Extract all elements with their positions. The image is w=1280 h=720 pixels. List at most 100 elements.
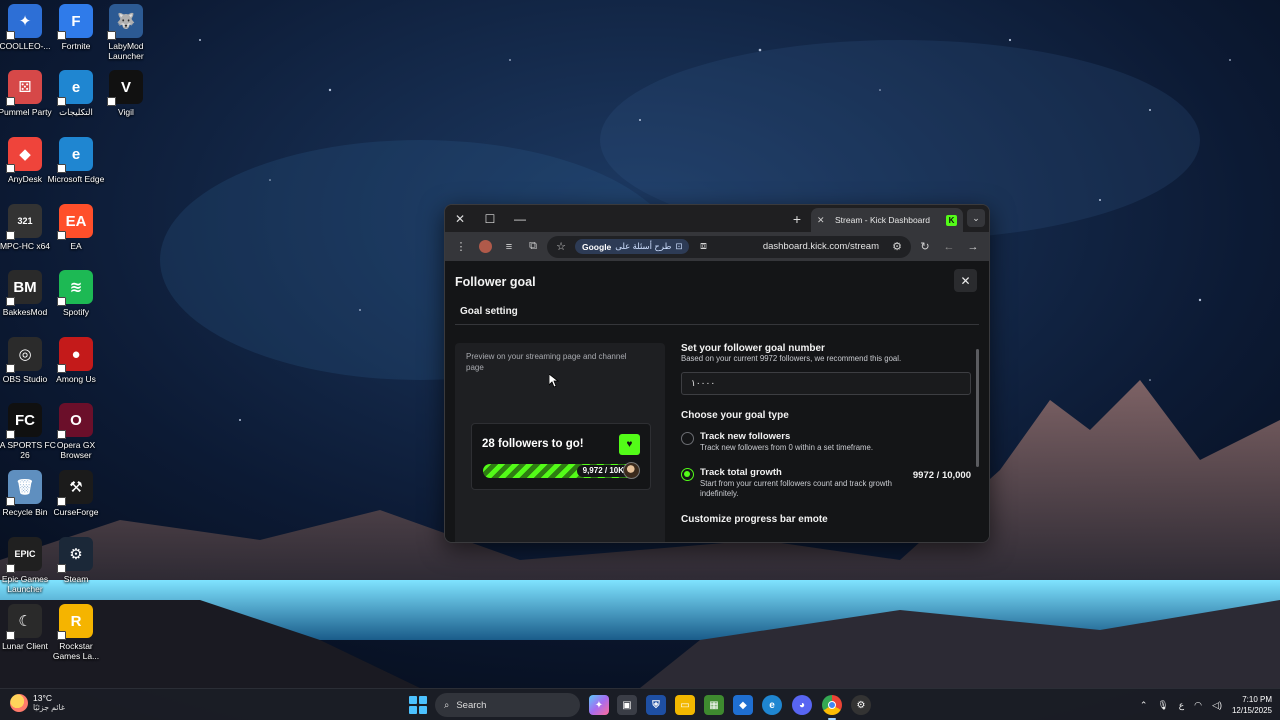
desktop-shortcut[interactable]: EA EA [45, 204, 107, 251]
desktop-shortcut-label: Rockstar Games La... [52, 641, 100, 661]
opera-gx-icon: O [57, 403, 93, 439]
new-tab-icon[interactable]: + [787, 209, 807, 229]
modal-scrollbar[interactable] [976, 349, 979, 467]
weather-temperature: 13°C [33, 693, 52, 703]
radio-track-total[interactable] [681, 467, 694, 481]
goal-preview-card: 28 followers to go! ♥ 9,972 / 10K [471, 423, 651, 490]
tray-chevron-up-icon[interactable]: ⌃ [1140, 700, 1148, 711]
option-track-total-growth[interactable]: Track total growth Start from your curre… [681, 466, 971, 500]
desktop-shortcut[interactable]: e Microsoft Edge [45, 137, 107, 184]
minimize-window-icon[interactable]: — [505, 205, 535, 232]
browser-tab-active[interactable]: ✕ Stream - Kick Dashboard K [811, 208, 963, 232]
address-bar[interactable]: ☆ Google طرح أسئلة على ⊡ ⧈ dashboard.kic… [547, 235, 911, 258]
desktop-shortcut[interactable]: ● Among Us [45, 337, 107, 384]
desktop-shortcut-label: Vigil [118, 107, 134, 117]
desktop-shortcut[interactable]: V Vigil [95, 70, 157, 117]
taskbar: 13°C غائم جزئيًا ⌕ Search ✦ ▣ ⛨ ▭ ▦ ◆ e … [0, 688, 1280, 720]
lunar-client-icon: ☾ [6, 604, 42, 640]
radio-track-new[interactable] [681, 432, 694, 445]
modal-title: Follower goal [455, 275, 536, 289]
curseforge-icon: ⚒ [57, 470, 93, 506]
settings-gear-icon[interactable]: ⚙ [851, 695, 871, 715]
obs-icon: ◎ [6, 337, 42, 373]
tab-title: Stream - Kick Dashboard [835, 215, 930, 225]
clock-time: 7:10 PM [1242, 695, 1272, 704]
option-new-label: Track new followers [700, 431, 791, 442]
site-settings-icon[interactable]: ⚙ [887, 237, 907, 257]
wifi-icon[interactable]: ◠ [1194, 700, 1202, 711]
pummel-party-icon: ⚄ [6, 70, 42, 106]
discord-icon[interactable]: ◕ [792, 695, 812, 715]
desktop-shortcut[interactable]: ⚒ CurseForge [45, 470, 107, 517]
language-indicator[interactable]: ع [1179, 700, 1184, 711]
clock-date: 12/15/2025 [1231, 706, 1272, 715]
option-total-description: Start from your current followers count … [700, 478, 892, 499]
tab-close-icon[interactable]: ✕ [817, 215, 829, 226]
desktop-shortcut-label: LabyMod Launcher [108, 41, 144, 61]
goal-type-title: Choose your goal type [681, 410, 789, 421]
browser-toolbar: ⋮ ≡ ⧉ ☆ Google طرح أسئلة على ⊡ ⧈ dashboa… [445, 232, 989, 261]
reading-list-icon[interactable]: ≡ [499, 237, 519, 257]
browser-menu-icon[interactable]: ⋮ [451, 237, 471, 257]
desktop-shortcut-label: Opera GX Browser [56, 440, 96, 460]
google-chip-text: طرح أسئلة على [615, 241, 672, 251]
microphone-icon[interactable]: 🎙 [1157, 700, 1168, 711]
option-track-new-followers[interactable]: Track new followers Track new followers … [681, 430, 971, 454]
google-chip-brand: Google [582, 241, 612, 252]
desktop-shortcut-label: Among Us [56, 374, 96, 384]
goal-number-input[interactable]: ١٠٠٠٠ [681, 372, 971, 395]
avatar [623, 462, 640, 479]
mpc-hc-icon: 321 [6, 204, 42, 240]
desktop-shortcut[interactable]: ⚙ Steam [45, 537, 107, 584]
option-new-description: Track new followers from 0 within a set … [700, 443, 874, 452]
follower-goal-modal: Follower goal ✕ Goal setting Preview on … [445, 261, 989, 542]
maximize-window-icon[interactable]: ☐ [475, 205, 505, 232]
tab-divider [455, 324, 979, 325]
bookmark-star-icon[interactable]: ☆ [551, 237, 571, 257]
desktop-shortcut[interactable]: ≋ Spotify [45, 270, 107, 317]
tab-goal-setting[interactable]: Goal setting [460, 306, 518, 317]
windows-start-icon[interactable] [409, 696, 427, 714]
google-lens-chip[interactable]: Google طرح أسئلة على ⊡ [575, 239, 690, 254]
forward-arrow-icon[interactable]: ← [939, 237, 959, 257]
emote-title: Customize progress bar emote [681, 513, 828, 525]
remote-desktop-icon[interactable]: ◆ [733, 695, 753, 715]
tab-search-chevron-icon[interactable]: ⌄ [967, 209, 985, 227]
taskbar-search[interactable]: ⌕ Search [435, 693, 580, 717]
clock[interactable]: 7:10 PM 12/15/2025 [1232, 694, 1272, 716]
desktop-shortcut-label: Microsoft Edge [47, 174, 105, 184]
chrome-icon[interactable] [822, 695, 842, 720]
copilot-icon[interactable]: ✦ [589, 695, 609, 715]
browser-window[interactable]: ✕ ☐ — + ✕ Stream - Kick Dashboard K ⌄ ⋮ … [444, 204, 990, 543]
minecraft-icon[interactable]: ▦ [704, 695, 724, 715]
desktop-shortcut[interactable]: 🐺 LabyMod Launcher [95, 4, 157, 61]
weather-widget[interactable]: 13°C غائم جزئيًا [10, 693, 65, 713]
cast-icon[interactable]: ⧈ [693, 237, 713, 257]
url-text[interactable]: dashboard.kick.com/stream [717, 241, 883, 252]
weather-condition: غائم جزئيًا [33, 703, 65, 712]
ea-fc-icon: FC [6, 403, 42, 439]
back-arrow-icon[interactable]: → [963, 237, 983, 257]
bakkesmod-icon: BM [6, 270, 42, 306]
file-explorer-icon[interactable]: ▭ [675, 695, 695, 715]
progress-label: 9,972 / 10K [576, 465, 630, 477]
set-goal-subtitle: Based on your current 9972 followers, we… [681, 354, 902, 363]
desktop-shortcut[interactable]: O Opera GX Browser [45, 403, 107, 460]
volume-icon[interactable]: ◁) [1212, 700, 1222, 711]
store-icon[interactable]: ▣ [617, 695, 637, 715]
spotify-icon: ≋ [57, 270, 93, 306]
edge-icon[interactable]: e [762, 695, 782, 715]
mouse-cursor-icon [549, 374, 559, 388]
close-icon[interactable]: ✕ [954, 269, 977, 292]
close-window-icon[interactable]: ✕ [445, 205, 475, 232]
desktop-shortcut[interactable]: R Rockstar Games La... [45, 604, 107, 661]
anydesk-icon: ◆ [6, 137, 42, 173]
steam-icon: ⚙ [57, 537, 93, 573]
edge-icon: e [57, 70, 93, 106]
profile-avatar-icon[interactable] [475, 237, 495, 257]
extensions-puzzle-icon[interactable]: ⧉ [523, 237, 543, 257]
goal-card-text: 28 followers to go! [482, 438, 584, 450]
reload-icon[interactable]: ↻ [915, 237, 935, 257]
browser-titlebar[interactable]: ✕ ☐ — + ✕ Stream - Kick Dashboard K ⌄ [445, 205, 989, 232]
defender-shield-icon[interactable]: ⛨ [646, 695, 666, 715]
